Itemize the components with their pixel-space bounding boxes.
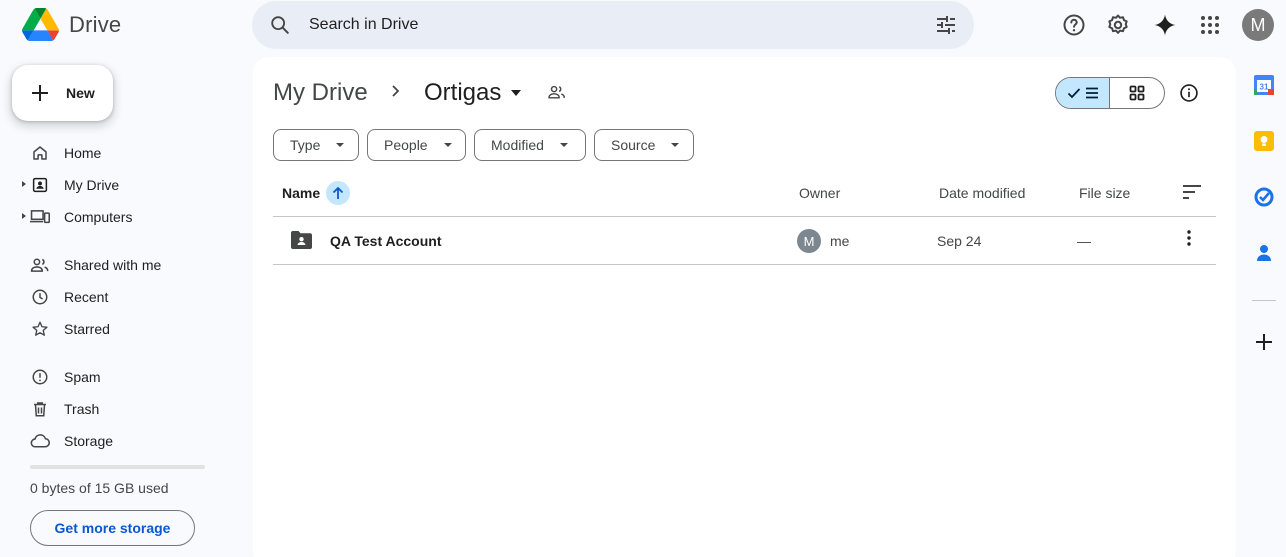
filter-source-chip[interactable]: Source: [594, 129, 694, 161]
calendar-app-icon[interactable]: 31: [1254, 75, 1274, 95]
filter-type-chip[interactable]: Type: [273, 129, 359, 161]
drive-logo-icon: [22, 8, 59, 41]
account-avatar[interactable]: M: [1242, 9, 1274, 41]
filter-modified-chip[interactable]: Modified: [474, 129, 586, 161]
dropdown-arrow-icon: [671, 143, 680, 147]
filter-label: Modified: [491, 137, 544, 153]
sort-ascending-icon[interactable]: [326, 181, 351, 205]
main-content: My Drive Ortigas Type People Modified So…: [253, 57, 1236, 557]
grid-icon: [1129, 85, 1145, 101]
sidebar-item-label: My Drive: [64, 177, 120, 193]
home-icon: [30, 143, 50, 163]
column-header-owner[interactable]: Owner: [799, 185, 840, 201]
plus-icon: [30, 83, 50, 103]
breadcrumb-current-folder[interactable]: Ortigas: [424, 79, 522, 107]
more-actions-icon[interactable]: [1187, 230, 1191, 246]
filter-label: Type: [290, 137, 321, 153]
new-button[interactable]: New: [12, 65, 113, 121]
expand-computers-caret-icon[interactable]: [22, 213, 26, 219]
search-options-icon[interactable]: [934, 13, 958, 37]
sidebar-item-label: Computers: [64, 209, 133, 225]
sidebar-item-label: Shared with me: [64, 257, 162, 273]
current-folder-name: Ortigas: [424, 79, 502, 106]
sidebar-item-label: Storage: [64, 433, 114, 449]
sidebar-item-trash[interactable]: Trash: [30, 395, 99, 423]
filter-label: People: [384, 137, 428, 153]
filter-label: Source: [611, 137, 656, 153]
contacts-app-icon[interactable]: [1254, 243, 1274, 263]
tasks-app-icon[interactable]: [1254, 187, 1274, 207]
sidebar-item-label: Starred: [64, 321, 110, 337]
get-add-ons-plus-icon[interactable]: [1254, 332, 1274, 352]
shared-folder-icon: [291, 231, 312, 249]
my-drive-icon: [30, 175, 50, 195]
column-header-file-size[interactable]: File size: [1079, 185, 1130, 201]
drive-logo[interactable]: Drive: [22, 8, 121, 41]
sidebar-item-recent[interactable]: Recent: [30, 283, 108, 311]
svg-text:31: 31: [1260, 83, 1269, 92]
column-header-name[interactable]: Name: [282, 181, 351, 205]
search-bar[interactable]: Search in Drive: [252, 1, 974, 49]
sort-options-icon[interactable]: [1182, 184, 1202, 200]
list-view-button[interactable]: [1056, 78, 1111, 108]
dropdown-arrow-icon: [443, 143, 452, 147]
file-name[interactable]: QA Test Account: [330, 233, 442, 249]
row-divider: [273, 264, 1216, 265]
get-more-storage-button[interactable]: Get more storage: [30, 510, 195, 546]
star-icon: [30, 319, 50, 339]
sidebar-item-label: Trash: [64, 401, 100, 417]
app-name: Drive: [69, 11, 122, 37]
sidebar-item-starred[interactable]: Starred: [30, 315, 110, 343]
gemini-sparkle-icon[interactable]: [1153, 13, 1177, 37]
breadcrumb-root[interactable]: My Drive: [273, 79, 368, 107]
settings-icon[interactable]: [1106, 13, 1130, 37]
owner-name: me: [830, 233, 850, 249]
computers-icon: [30, 207, 50, 227]
column-header-date-modified[interactable]: Date modified: [939, 185, 1025, 201]
keep-app-icon[interactable]: [1254, 131, 1274, 151]
help-icon[interactable]: [1062, 13, 1086, 37]
search-input[interactable]: Search in Drive: [309, 16, 418, 34]
details-info-icon[interactable]: [1179, 83, 1199, 103]
check-icon: [1067, 87, 1081, 99]
rail-divider: [1252, 300, 1276, 301]
sidebar-item-shared-with-me[interactable]: Shared with me: [30, 251, 161, 279]
sidebar-item-computers[interactable]: Computers: [30, 203, 132, 231]
shared-icon: [30, 255, 50, 275]
view-toggle: [1055, 77, 1165, 109]
sidebar-item-spam[interactable]: Spam: [30, 363, 101, 391]
filter-people-chip[interactable]: People: [367, 129, 466, 161]
caret-down-icon: [511, 90, 522, 96]
column-header-label: Name: [282, 185, 321, 201]
cloud-icon: [30, 431, 50, 451]
sidebar-item-my-drive[interactable]: My Drive: [30, 171, 119, 199]
list-icon: [1085, 87, 1099, 99]
search-icon[interactable]: [269, 14, 291, 36]
trash-icon: [30, 399, 50, 419]
storage-usage-bar: [30, 465, 205, 469]
shared-folder-people-icon[interactable]: [547, 84, 567, 100]
apps-grid-icon[interactable]: [1198, 13, 1222, 37]
table-row[interactable]: QA Test Account M me Sep 24 —: [273, 217, 1216, 264]
clock-icon: [30, 287, 50, 307]
new-button-label: New: [66, 85, 95, 101]
owner-avatar: M: [797, 229, 821, 253]
grid-view-button[interactable]: [1110, 78, 1164, 108]
expand-my-drive-caret-icon[interactable]: [22, 181, 26, 187]
sidebar-item-label: Home: [64, 145, 102, 161]
file-size: —: [1077, 233, 1091, 249]
storage-usage-text: 0 bytes of 15 GB used: [30, 480, 169, 496]
spam-icon: [30, 367, 50, 387]
dropdown-arrow-icon: [336, 143, 345, 147]
dropdown-arrow-icon: [559, 143, 568, 147]
sidebar-item-storage[interactable]: Storage: [30, 427, 113, 455]
sidebar-item-label: Spam: [64, 369, 101, 385]
sidebar-item-label: Recent: [64, 289, 109, 305]
chevron-right-icon: [389, 84, 403, 98]
sidebar-item-home[interactable]: Home: [30, 139, 101, 167]
date-modified: Sep 24: [937, 233, 982, 249]
